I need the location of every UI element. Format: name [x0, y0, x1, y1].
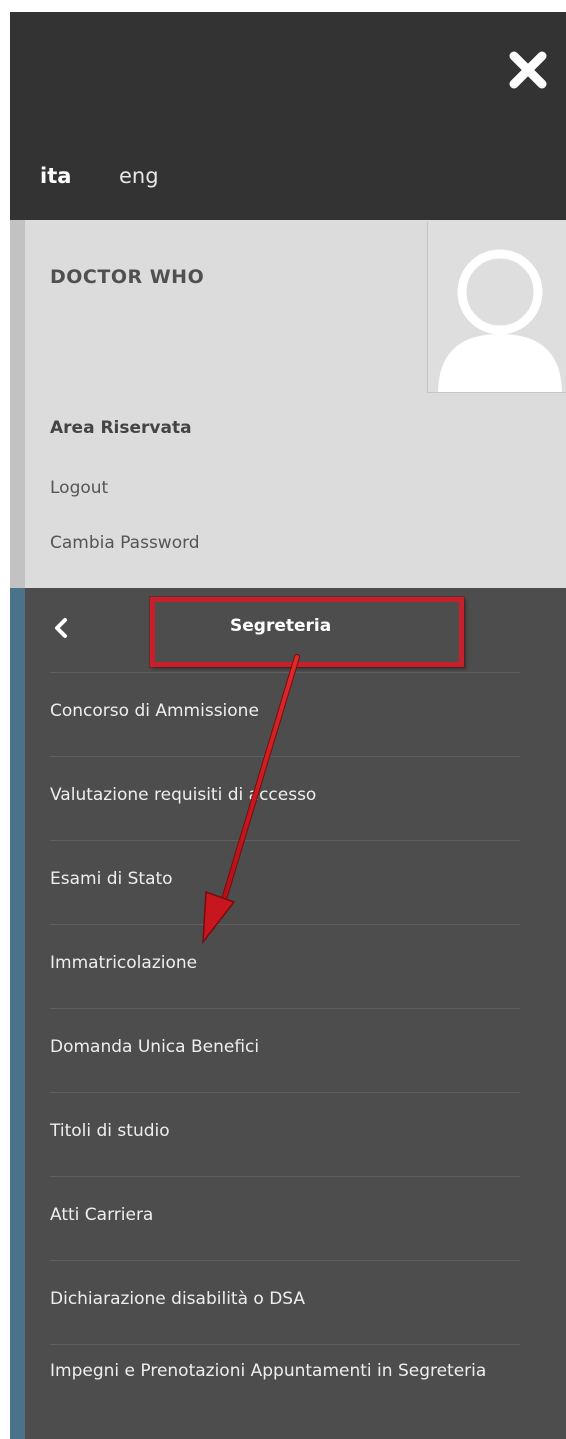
- nav-stripe: [10, 588, 25, 1439]
- nav-item-label: Atti Carriera: [50, 1205, 154, 1225]
- nav-item-dichiarazione-disabilita[interactable]: Dichiarazione disabilità o DSA: [50, 1260, 520, 1345]
- user-panel-stripe: [10, 220, 25, 588]
- nav-item-label: Impegni e Prenotazioni Appuntamenti in S…: [50, 1361, 487, 1381]
- user-avatar-icon: [427, 222, 566, 393]
- nav-item-atti-carriera[interactable]: Atti Carriera: [50, 1176, 520, 1261]
- area-riservata-heading: Area Riservata: [50, 418, 192, 438]
- nav-item-label: Concorso di Ammissione: [50, 701, 259, 721]
- user-panel: DOCTOR WHO Area Riservata Logout Cambia …: [10, 220, 566, 588]
- language-eng[interactable]: eng: [119, 164, 159, 188]
- nav-section: Segreteria Concorso di Ammissione Valuta…: [10, 588, 566, 1439]
- user-name: DOCTOR WHO: [50, 266, 205, 288]
- language-ita[interactable]: ita: [40, 164, 71, 188]
- nav-item-concorso-ammissione[interactable]: Concorso di Ammissione: [50, 672, 520, 757]
- menu-topbar: ita eng: [10, 12, 566, 220]
- side-menu: ita eng DOCTOR WHO Area Riservata Logout…: [10, 12, 566, 1439]
- nav-header: Segreteria: [25, 588, 566, 672]
- nav-item-esami-stato[interactable]: Esami di Stato: [50, 840, 520, 925]
- nav-item-label: Valutazione requisiti di accesso: [50, 785, 317, 805]
- nav-item-label: Domanda Unica Benefici: [50, 1037, 260, 1057]
- highlight-annotation: [150, 597, 464, 667]
- logout-link[interactable]: Logout: [50, 478, 108, 498]
- nav-item-label: Dichiarazione disabilità o DSA: [50, 1289, 306, 1309]
- nav-item-valutazione-requisiti[interactable]: Valutazione requisiti di accesso: [50, 756, 520, 841]
- nav-item-domanda-unica-benefici[interactable]: Domanda Unica Benefici: [50, 1008, 520, 1093]
- nav-item-label: Immatricolazione: [50, 953, 198, 973]
- change-password-link[interactable]: Cambia Password: [50, 533, 200, 553]
- nav-item-titoli-studio[interactable]: Titoli di studio: [50, 1092, 520, 1177]
- close-icon[interactable]: [506, 48, 550, 92]
- nav-item-impegni-prenotazioni[interactable]: Impegni e Prenotazioni Appuntamenti in S…: [50, 1344, 520, 1439]
- nav-item-immatricolazione[interactable]: Immatricolazione: [50, 924, 520, 1009]
- nav-item-label: Esami di Stato: [50, 869, 173, 889]
- nav-item-label: Titoli di studio: [50, 1121, 170, 1141]
- chevron-left-icon[interactable]: [50, 616, 74, 640]
